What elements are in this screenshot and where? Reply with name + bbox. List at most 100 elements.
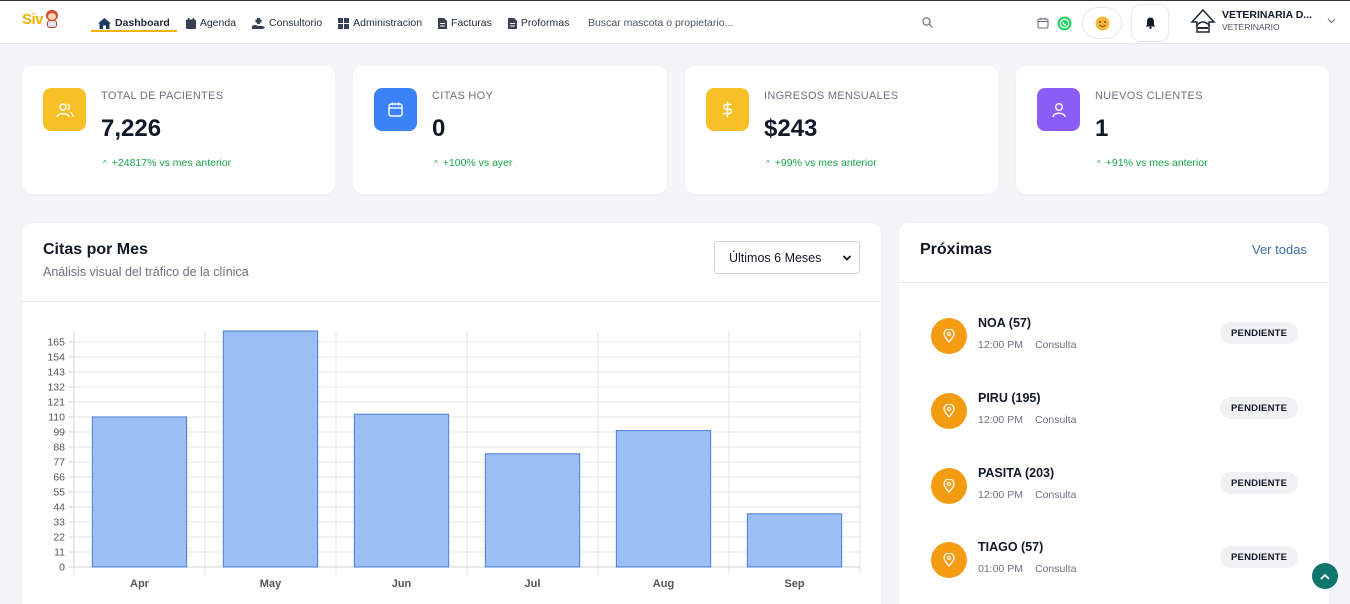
nav-item-administracion[interactable]: Administracion	[338, 1, 422, 45]
app-logo[interactable]: Siv	[22, 10, 60, 28]
stat-label: NUEVOS CLIENTES	[1095, 90, 1203, 102]
x-tick-label: Jun	[392, 578, 412, 590]
stat-icon-box	[374, 88, 417, 131]
dollar-icon	[723, 101, 732, 118]
y-tick-label: 55	[53, 486, 65, 498]
y-tick-label: 88	[53, 441, 65, 453]
stat-icon-box	[1037, 88, 1080, 131]
card-divider	[899, 282, 1329, 283]
proximas-title: Próximas	[920, 241, 993, 258]
nav-item-proformas[interactable]: Proformas	[507, 1, 569, 45]
stat-icon-box	[706, 88, 749, 131]
appointment-type: Consulta	[1035, 563, 1077, 575]
search-input[interactable]	[588, 17, 908, 29]
location-pin-icon	[931, 393, 967, 429]
x-tick-label: Apr	[130, 578, 150, 590]
stat-card-citas-hoy: CITAS HOY 0 ^ +100% vs ayer	[353, 66, 667, 194]
trend-up-icon: ^	[766, 158, 770, 168]
chart-subtitle: Análisis visual del tráfico de la clínic…	[43, 265, 249, 279]
y-tick-label: 11	[54, 546, 65, 558]
stat-card-total-pacientes: TOTAL DE PACIENTES 7,226 ^ +24817% vs mes…	[22, 66, 335, 194]
nav-item-facturas[interactable]: Facturas	[438, 1, 492, 45]
nav-label: Dashboard	[115, 17, 170, 29]
appointment-type: Consulta	[1035, 414, 1077, 426]
top-navbar: Siv Dashboard Agenda Consultorio Adminis…	[0, 0, 1350, 44]
x-tick-label: Jul	[525, 578, 541, 590]
stat-value: $243	[764, 115, 818, 142]
nav-item-dashboard[interactable]: Dashboard	[91, 1, 177, 45]
stat-trend: ^ +100% vs ayer	[434, 157, 513, 169]
smiley-icon	[1095, 16, 1109, 30]
ver-todas-link[interactable]: Ver todas	[1252, 242, 1307, 257]
appointment-time: 12:00 PM	[978, 414, 1023, 426]
status-badge: PENDIENTE	[1220, 472, 1299, 494]
y-tick-label: 22	[53, 531, 65, 543]
hand-medical-icon	[252, 17, 266, 29]
whatsapp-icon[interactable]	[1057, 16, 1072, 31]
nav-actions	[1037, 1, 1169, 45]
bar-may	[222, 330, 319, 568]
appointment-item[interactable]: TIAGO (57) 01:00 PM Consulta PENDIENTE	[931, 540, 1299, 580]
calendar-icon	[185, 17, 196, 29]
nav-label: Agenda	[199, 17, 237, 29]
y-tick-label: 77	[53, 456, 65, 468]
calendar-icon	[388, 102, 403, 117]
location-pin-icon	[931, 318, 967, 354]
main-nav: Dashboard Agenda Consultorio Administrac…	[91, 1, 585, 45]
chart-title: Citas por Mes	[43, 241, 148, 258]
notifications-button[interactable]	[1131, 4, 1169, 42]
proximas-card: Próximas Ver todas NOA (57) 12:00 PM Con…	[899, 223, 1329, 604]
nav-item-agenda[interactable]: Agenda	[185, 1, 237, 45]
logo-text: Siv	[22, 10, 44, 28]
appointment-item[interactable]: PASITA (203) 12:00 PM Consulta PENDIENTE	[931, 466, 1299, 506]
location-pin-icon	[931, 468, 967, 504]
y-tick-label: 66	[53, 471, 65, 483]
invoice-icon	[438, 17, 448, 29]
y-tick-label: 99	[53, 426, 65, 438]
calendar-check-icon[interactable]	[1037, 17, 1049, 29]
range-select-value: Últimos 6 Meses	[729, 250, 822, 265]
chevron-down-icon	[842, 255, 852, 261]
trend-text: +99% vs mes anterior	[774, 157, 877, 169]
user-menu[interactable]: VETERINARIA D... VETERINARIO	[1190, 8, 1336, 34]
status-badge: PENDIENTE	[1220, 397, 1299, 419]
appointment-item[interactable]: NOA (57) 12:00 PM Consulta PENDIENTE	[931, 316, 1299, 356]
location-pin-icon	[931, 542, 967, 578]
bell-icon	[1145, 17, 1155, 29]
status-badge: PENDIENTE	[1220, 546, 1299, 568]
nav-label: Facturas	[451, 17, 492, 29]
y-tick-label: 44	[53, 501, 65, 513]
users-icon	[55, 102, 74, 117]
stat-label: CITAS HOY	[432, 90, 494, 102]
document-icon	[507, 17, 517, 29]
appointment-time: 12:00 PM	[978, 489, 1023, 501]
y-tick-label: 165	[47, 336, 65, 348]
user-role: VETERINARIO	[1222, 22, 1280, 32]
y-tick-label: 132	[47, 381, 65, 393]
stat-trend: ^ +99% vs mes anterior	[766, 157, 877, 169]
home-icon	[98, 17, 111, 29]
x-tick-label: Sep	[784, 578, 804, 590]
nav-label: Administracion	[353, 17, 423, 29]
status-badge: PENDIENTE	[1220, 322, 1299, 344]
stat-card-ingresos: INGRESOS MENSUALES $243 ^ +99% vs mes ant…	[685, 66, 998, 194]
emoji-button[interactable]	[1082, 7, 1122, 39]
bar-jun	[353, 413, 450, 568]
y-tick-label: 0	[59, 562, 65, 574]
appointment-item[interactable]: PIRU (195) 12:00 PM Consulta PENDIENTE	[931, 391, 1299, 431]
scroll-to-top-button[interactable]	[1312, 563, 1338, 589]
stat-label: TOTAL DE PACIENTES	[101, 90, 224, 102]
stat-value: 1	[1095, 115, 1109, 142]
range-select[interactable]: Últimos 6 Meses	[714, 241, 860, 274]
clinic-logo-avatar	[1190, 8, 1216, 34]
stat-value: 7,226	[101, 115, 162, 142]
search-icon[interactable]	[922, 17, 933, 28]
stat-trend: ^ +24817% vs mes anterior	[103, 157, 231, 169]
nav-item-consultorio[interactable]: Consultorio	[252, 1, 322, 45]
bar-aug	[615, 430, 712, 568]
y-tick-label: 33	[53, 516, 65, 528]
chevron-down-icon	[1327, 18, 1336, 24]
stat-icon-box	[43, 88, 86, 131]
trend-up-icon: ^	[103, 158, 107, 168]
search-bar	[588, 14, 938, 32]
